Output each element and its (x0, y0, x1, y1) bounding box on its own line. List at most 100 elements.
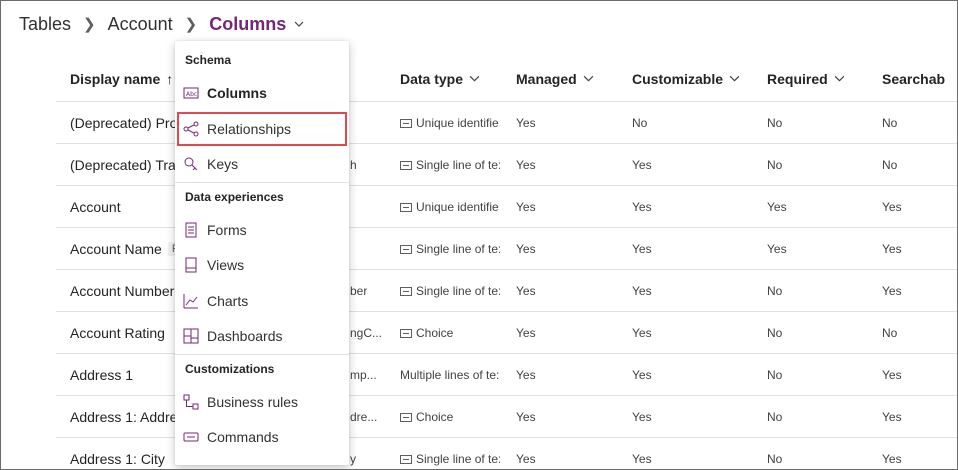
cell-searchable-text: Yes (882, 410, 902, 424)
cell-required-text: No (767, 368, 783, 382)
svg-text:Abc: Abc (186, 91, 197, 98)
menu-item-label: Keys (207, 156, 239, 172)
cell-managed-text: Yes (516, 326, 536, 340)
cell-display-name: (Deprecated) Proc (70, 102, 184, 144)
cell-customizable: Yes (632, 270, 652, 312)
cell-data-type-text: Single line of te: (416, 242, 500, 256)
menu-item-label: Views (207, 257, 245, 273)
cell-required-text: No (767, 158, 783, 172)
cell-customizable-text: No (632, 116, 648, 130)
menu-item-forms[interactable]: Forms (177, 214, 347, 246)
cell-searchable: No (882, 102, 897, 144)
cell-customizable: Yes (632, 312, 652, 354)
cell-searchable: Yes (882, 396, 902, 438)
view-icon (185, 257, 197, 273)
menu-item-views[interactable]: Views (177, 249, 347, 281)
cell-required: Yes (767, 228, 787, 270)
cell-managed: Yes (516, 312, 536, 354)
menu-section-header: Customizations (185, 361, 275, 376)
text-abc-icon (400, 160, 412, 170)
cell-managed-text: Yes (516, 200, 536, 214)
cell-schema-name: dre... (350, 396, 377, 438)
cell-managed-text: Yes (516, 368, 536, 382)
menu-item-label: Dashboards (207, 328, 283, 344)
cell-customizable-text: Yes (632, 284, 652, 298)
cell-managed: Yes (516, 144, 536, 186)
cell-required-text: No (767, 116, 783, 130)
column-header-required[interactable]: Required (767, 56, 845, 101)
cell-data-type: Single line of te: (400, 144, 500, 186)
column-header-label: Customizable (632, 70, 724, 87)
column-header-customizable[interactable]: Customizable (632, 56, 740, 101)
column-header-display-name[interactable]: Display name ↑ (70, 56, 173, 101)
cell-data-type-text: Single line of te: (416, 452, 500, 466)
column-header-searchable[interactable]: Searchab (882, 56, 945, 101)
menu-item-label: Columns (207, 85, 267, 101)
menu-item-dashboards[interactable]: Dashboards (177, 320, 347, 352)
menu-section-header: Schema (185, 53, 232, 67)
menu-item-charts[interactable]: Charts (177, 285, 347, 317)
menu-divider (175, 181, 349, 183)
column-header-data-type[interactable]: Data type (400, 56, 480, 101)
breadcrumb-account[interactable]: Account (108, 14, 173, 35)
cell-schema-name: y (350, 438, 356, 469)
column-header-managed[interactable]: Managed (516, 56, 594, 101)
choice-icon (400, 328, 412, 338)
cell-required: No (767, 144, 782, 186)
cell-managed-text: Yes (516, 284, 536, 298)
cell-customizable: Yes (632, 396, 652, 438)
chevron-down-icon (469, 75, 480, 82)
cell-managed: Yes (516, 102, 536, 144)
relationships-highlight-box (177, 112, 347, 146)
cell-schema-name-text: y (350, 452, 356, 466)
cell-customizable-text: Yes (632, 242, 652, 256)
cell-schema-name-text: ngC... (350, 326, 383, 340)
menu-item-commands[interactable]: Commands (177, 421, 347, 453)
cell-data-type: Multiple lines of te: (400, 354, 500, 396)
chevron-down-icon[interactable] (294, 19, 304, 29)
cell-display-name-text: Account Rating (70, 325, 165, 341)
cell-required: No (767, 312, 782, 354)
breadcrumb-tables[interactable]: Tables (19, 14, 71, 35)
menu-item-columns[interactable]: Abc Columns (177, 77, 347, 109)
cell-searchable-text: Yes (882, 242, 902, 256)
cell-required-text: No (767, 452, 783, 466)
cell-managed-text: Yes (516, 116, 536, 130)
cell-searchable-text: Yes (882, 284, 902, 298)
cell-customizable-text: Yes (632, 452, 652, 466)
cell-display-name-text: (Deprecated) Trav (70, 157, 183, 173)
cell-customizable: Yes (632, 438, 652, 469)
cell-managed: Yes (516, 396, 536, 438)
chart-icon (183, 293, 198, 308)
cell-display-name-text: Address 1 (70, 367, 134, 383)
menu-item-keys[interactable]: Keys (177, 148, 347, 180)
columns-dropdown-menu: Schema Abc Columns Relationships Keys Data ex… (175, 41, 349, 465)
cell-customizable-text: Yes (632, 368, 652, 382)
cell-customizable: Yes (632, 354, 652, 396)
id-card-icon (400, 202, 412, 212)
cell-required-text: Yes (767, 242, 787, 256)
cell-data-type: Single line of te: (400, 270, 500, 312)
cell-searchable: Yes (882, 354, 902, 396)
cell-required-text: No (767, 284, 783, 298)
form-icon (185, 222, 197, 237)
menu-item-label: Business rules (207, 393, 299, 410)
cell-data-type-text: Choice (416, 326, 454, 340)
breadcrumb-separator: ❯ (184, 16, 198, 33)
cell-data-type-text: Single line of te: (416, 158, 500, 172)
cell-data-type-text: Choice (416, 410, 454, 424)
menu-item-business-rules[interactable]: Business rules (177, 386, 347, 418)
column-header-label: Searchab (882, 70, 946, 87)
cell-data-type: Choice (400, 312, 500, 354)
cell-schema-name: ber (350, 270, 367, 312)
cell-searchable: No (882, 144, 897, 186)
breadcrumb-columns[interactable]: Columns (209, 14, 286, 35)
column-header-label: Data type (400, 70, 464, 87)
cell-required-text: No (767, 410, 783, 424)
cell-display-name: Account NamePr (70, 228, 187, 270)
cell-searchable-text: Yes (882, 200, 902, 214)
cell-data-type-text: Single line of te: (416, 284, 500, 298)
key-icon (184, 157, 198, 171)
cell-managed-text: Yes (516, 410, 536, 424)
cell-display-name: Address 1: City (70, 438, 165, 469)
